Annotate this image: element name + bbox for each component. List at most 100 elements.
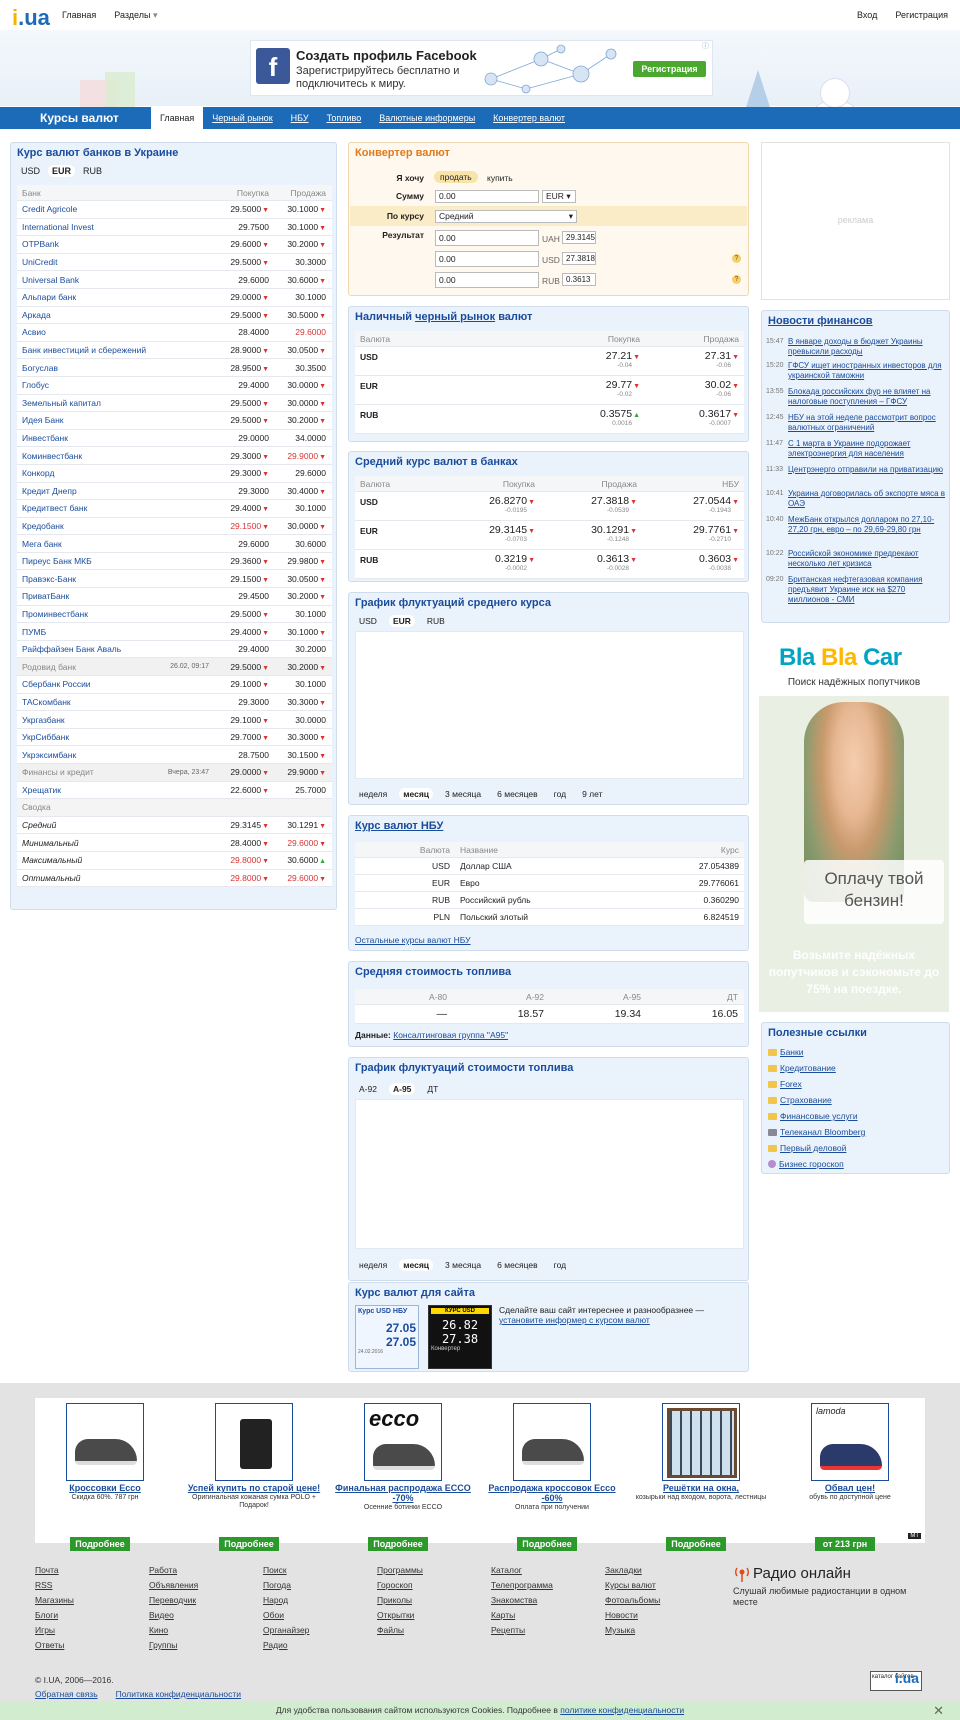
footer-link[interactable]: Видео [149, 1608, 198, 1623]
period-month[interactable]: месяц [399, 788, 434, 800]
footer-link[interactable]: Файлы [377, 1623, 423, 1638]
bank-name-text[interactable]: Конкорд [22, 468, 54, 478]
bank-name[interactable]: Глобус [17, 377, 217, 394]
close-icon[interactable]: ✕ [933, 1701, 944, 1720]
bank-name-text[interactable]: Кредитвест банк [22, 503, 87, 513]
footer-link[interactable]: Народ [263, 1593, 309, 1608]
bank-row[interactable]: UniCredit 29.5000▼ 30.3000 [17, 254, 332, 272]
sell-option[interactable]: продать [434, 171, 478, 183]
bank-row[interactable]: Кредитвест банк 29.4000▼ 30.1000 [17, 500, 332, 518]
currency-tab-eur[interactable]: EUR [48, 165, 76, 177]
bank-row[interactable]: Коминвестбанк 29.3000▼ 29.9000▼ [17, 447, 332, 465]
bank-row[interactable]: Банк инвестиций и сбережений 28.9000▼ 30.0… [17, 342, 332, 360]
news-link[interactable]: Британская нефтегазовая компания предъяв… [788, 575, 948, 605]
news-item[interactable]: 11:33 Центрэнерго отправили на приватизац… [766, 465, 948, 475]
bank-name[interactable]: Укргазбанк [17, 711, 217, 728]
radio-block[interactable]: Радио онлайн Слушай любимые радиостанции… [733, 1565, 933, 1608]
period-week[interactable]: неделя [355, 788, 391, 800]
news-item[interactable]: 15:20 ГФСУ ищет иностранных инвесторов дл… [766, 361, 948, 381]
product-card[interactable]: Кроссовки Ecco Скидка 60%. 787 грн Подробн… [35, 1403, 175, 1551]
footer-link[interactable]: Закладки [605, 1563, 660, 1578]
footer-link[interactable]: Игры [35, 1623, 74, 1638]
product-image[interactable] [662, 1403, 740, 1481]
useful-link-item[interactable]: Финансовые услуги [768, 1111, 858, 1121]
footer-link[interactable]: Кино [149, 1623, 198, 1638]
informer-widget-black[interactable]: КУРС USD 26.82 27.38 Конвертер [428, 1305, 492, 1369]
bank-name-text[interactable]: ТАСкомбанк [22, 697, 71, 707]
bank-name-text[interactable]: Глобус [22, 380, 49, 390]
bank-name[interactable]: Коминвестбанк [17, 447, 217, 464]
bank-row[interactable]: Аркада 29.5000▼ 30.5000▼ [17, 307, 332, 325]
tab-black-market[interactable]: Черный рынок [203, 107, 281, 129]
blablacar-ad[interactable]: Bla Bla Car Поиск надёжных попутчиков Оп… [759, 632, 949, 1012]
bank-name[interactable]: Проминвестбанк [17, 606, 217, 623]
news-link[interactable]: С 1 марта в Украине подорожает электроэн… [788, 439, 948, 459]
useful-link[interactable]: Банки [780, 1047, 803, 1057]
bank-name[interactable]: ПриватБанк [17, 588, 217, 605]
bank-row[interactable]: Хрещатик 22.6000▼ 25.7000 [17, 782, 332, 800]
bank-name-text[interactable]: Правэкс-Банк [22, 574, 76, 584]
bank-name[interactable]: ПУМБ [17, 623, 217, 640]
product-title[interactable]: Кроссовки Ecco [35, 1483, 175, 1493]
top-nav-home[interactable]: Главная [62, 10, 96, 21]
bank-name-text[interactable]: International Invest [22, 222, 94, 232]
bank-row[interactable]: Земельный капитал 29.5000▼ 30.0000▼ [17, 395, 332, 413]
tab-converter[interactable]: Конвертер валют [484, 107, 574, 129]
bank-name[interactable]: Банк инвестиций и сбережений [17, 342, 217, 359]
bank-name-text[interactable]: Райффайзен Банк Аваль [22, 644, 121, 654]
bank-row[interactable]: Universal Bank 29.6000 30.6000▼ [17, 271, 332, 289]
useful-link-item[interactable]: Страхование [768, 1095, 832, 1105]
news-link[interactable]: Российской экономике предрекают нескольк… [788, 549, 948, 569]
bank-name-text[interactable]: OTPBank [22, 239, 59, 249]
footer-link[interactable]: Рецепты [491, 1623, 553, 1638]
product-title[interactable]: Финальная распродажа ECCO -70% [333, 1483, 473, 1503]
fuel-period-week[interactable]: неделя [355, 1259, 391, 1271]
currency-select[interactable]: EUR ▾ [542, 190, 576, 203]
fuel-period-3-months[interactable]: 3 месяца [441, 1259, 485, 1271]
bank-name-text[interactable]: Идея Банк [22, 415, 63, 425]
bank-row[interactable]: ПриватБанк 29.4500 30.2000▼ [17, 588, 332, 606]
bank-name[interactable]: Кредитвест банк [17, 500, 217, 517]
buy-option[interactable]: купить [487, 173, 513, 183]
top-nav-sections[interactable]: Разделы ▾ [114, 10, 157, 21]
bank-row[interactable]: Финансы и кредит Вчера, 23:47 29.0000▼ 29.9… [17, 764, 332, 782]
tab-main[interactable]: Главная [151, 107, 204, 129]
footer-link[interactable]: Обои [263, 1608, 309, 1623]
news-item[interactable]: 10:40 МежБанк открылся долларом по 27,10-… [766, 515, 948, 535]
bank-name-text[interactable]: Укргазбанк [22, 715, 65, 725]
footer-link[interactable]: Каталог [491, 1563, 553, 1578]
bank-row[interactable]: ПУМБ 29.4000▼ 30.1000▼ [17, 623, 332, 641]
useful-link[interactable]: Кредитование [780, 1063, 836, 1073]
amount-input[interactable]: 0.00 [435, 190, 539, 203]
bank-name-text[interactable]: ПУМБ [22, 627, 46, 637]
footer-link[interactable]: Магазины [35, 1593, 74, 1608]
product-title[interactable]: Обвал цен! [780, 1483, 920, 1493]
useful-link[interactable]: Первый деловой [780, 1143, 846, 1153]
bank-name[interactable]: Мега банк [17, 535, 217, 552]
register-link[interactable]: Регистрация [895, 10, 948, 20]
fuel-tab-dt[interactable]: ДТ [423, 1083, 442, 1095]
footer-link[interactable]: Телепрограмма [491, 1578, 553, 1593]
bank-name-text[interactable]: Инвестбанк [22, 433, 68, 443]
bank-name-text[interactable]: Хрещатик [22, 785, 61, 795]
bank-row[interactable]: Credit Agricole 29.5000▼ 30.1000▼ [17, 201, 332, 219]
product-image[interactable]: ecco [364, 1403, 442, 1481]
nbu-title-link[interactable]: Курс валют НБУ [355, 820, 443, 832]
bank-name-text[interactable]: Земельный капитал [22, 398, 101, 408]
footer-link[interactable]: Органайзер [263, 1623, 309, 1638]
rate-chart-area[interactable] [355, 631, 744, 779]
bank-name-text[interactable]: Кредит Днепр [22, 486, 77, 496]
bank-name-text[interactable]: Укрэксимбанк [22, 750, 76, 760]
bank-row[interactable]: Идея Банк 29.5000▼ 30.2000▼ [17, 412, 332, 430]
news-item[interactable]: 10:41 Украина договорилась об экспорте мя… [766, 489, 948, 509]
fb-register-button[interactable]: Регистрация [633, 61, 706, 77]
bank-name-text[interactable]: Аркада [22, 310, 51, 320]
result-usd[interactable]: 0.00 [435, 251, 539, 267]
bank-row[interactable]: Кредобанк 29.1500▼ 30.0000▼ [17, 518, 332, 536]
bank-name-text[interactable]: Коминвестбанк [22, 451, 82, 461]
product-button[interactable]: от 213 грн [815, 1537, 875, 1551]
chart-tab-eur[interactable]: EUR [388, 615, 415, 627]
bank-name[interactable]: Правэкс-Банк [17, 570, 217, 587]
bank-name[interactable]: Родовид банк 26.02, 09:17 [17, 658, 217, 676]
bank-name-text[interactable]: Богуслав [22, 363, 58, 373]
